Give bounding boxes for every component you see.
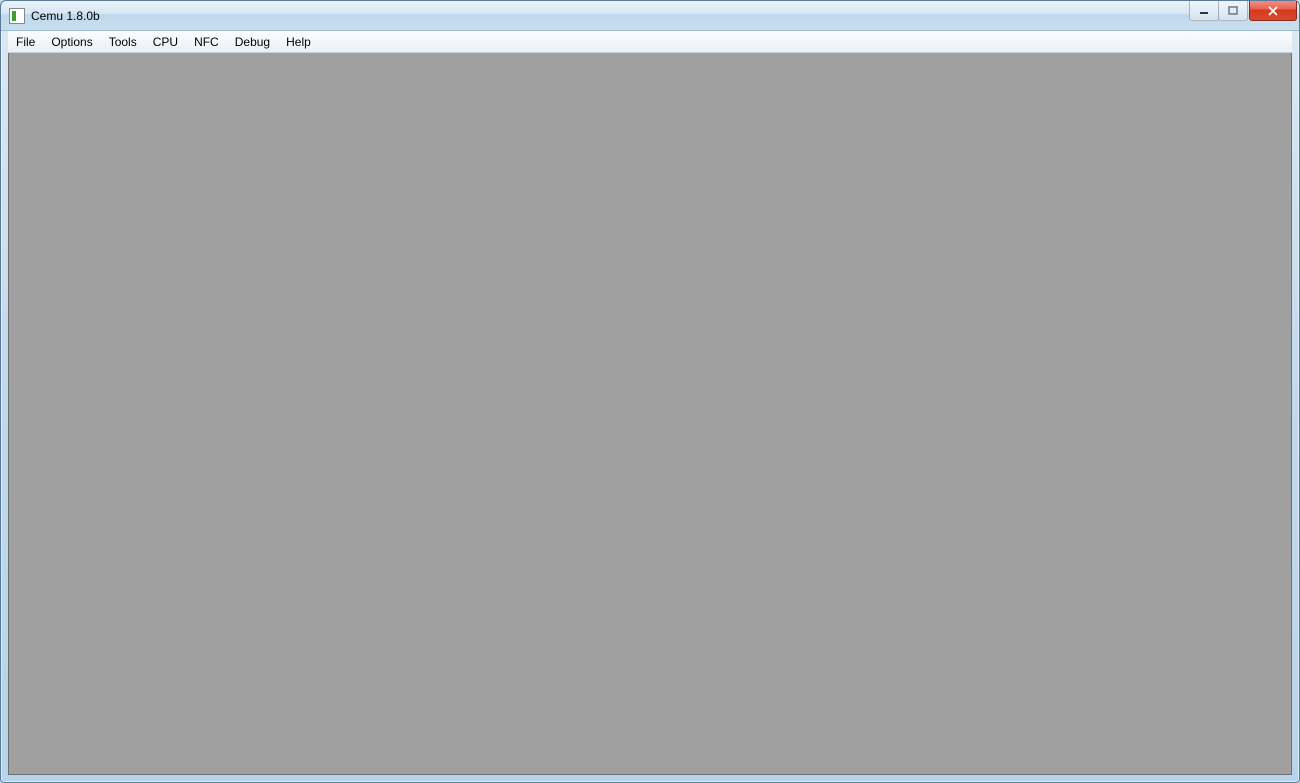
close-icon	[1267, 6, 1279, 16]
menu-options[interactable]: Options	[43, 31, 100, 52]
menu-debug[interactable]: Debug	[227, 31, 278, 52]
window-controls	[1189, 1, 1297, 21]
content-area	[8, 53, 1292, 775]
minimize-button[interactable]	[1189, 1, 1219, 21]
close-button[interactable]	[1249, 1, 1297, 21]
menu-tools[interactable]: Tools	[101, 31, 145, 52]
app-window: Cemu 1.8.0b File Options Tools CPU NFC D…	[0, 0, 1300, 783]
app-icon	[9, 8, 25, 24]
menubar: File Options Tools CPU NFC Debug Help	[8, 31, 1292, 53]
menu-cpu[interactable]: CPU	[145, 31, 186, 52]
menu-nfc[interactable]: NFC	[186, 31, 227, 52]
menu-help[interactable]: Help	[278, 31, 319, 52]
maximize-icon	[1228, 6, 1238, 16]
titlebar[interactable]: Cemu 1.8.0b	[1, 1, 1299, 31]
window-title: Cemu 1.8.0b	[31, 9, 1293, 23]
maximize-button[interactable]	[1218, 1, 1248, 21]
menu-file[interactable]: File	[8, 31, 43, 52]
minimize-icon	[1199, 6, 1209, 16]
